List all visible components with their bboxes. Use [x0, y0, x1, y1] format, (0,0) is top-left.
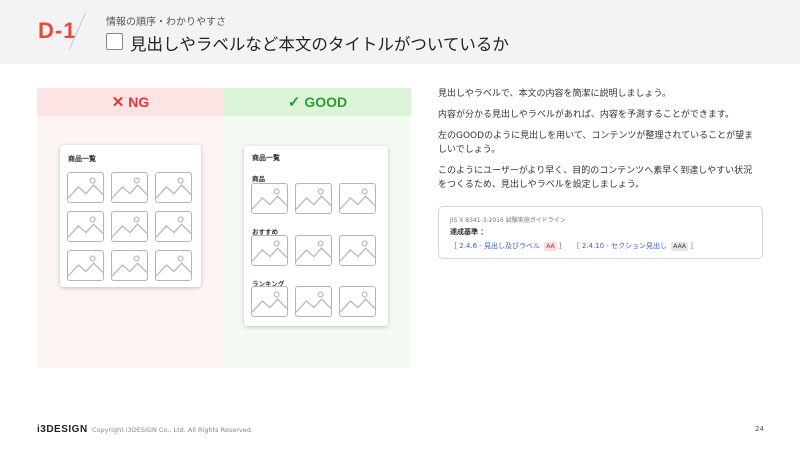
bracket: ［ — [450, 242, 457, 250]
image-placeholder-icon — [251, 183, 288, 214]
image-placeholder-icon — [295, 235, 332, 266]
image-placeholder-icon — [251, 286, 288, 317]
page-number: 24 — [755, 425, 764, 433]
description-line: このようにユーザーがより早く、目的のコンテンツへ素早く到達しやすい状況 — [438, 166, 753, 176]
cross-icon: ✕ — [111, 94, 125, 111]
level-badge: AA — [544, 242, 557, 251]
ng-product-card: 商品一覧 — [60, 145, 201, 287]
check-icon: ✓ — [287, 94, 301, 111]
description-line: をつくるため、見出しやラベルを設定しましょう。 — [438, 180, 645, 190]
good-section-heading: 商品 — [252, 175, 265, 183]
image-placeholder-icon — [295, 286, 332, 317]
success-criteria-label: 達成基準 ： — [450, 228, 488, 236]
reference-source: JIS X 8341-3:2016 試験実施ガイドライン — [450, 217, 566, 224]
level-badge: AAA — [671, 242, 688, 251]
criteria-links: ［ 2.4.6 - 見出し及びラベル AA ］ ［ 2.4.10 - セクション… — [450, 241, 697, 251]
image-placeholder-icon — [111, 172, 148, 203]
image-placeholder-icon — [155, 211, 192, 242]
image-placeholder-icon — [295, 183, 332, 214]
copyright: Copyright i3DESIGN Co., Ltd. All Rights … — [92, 426, 253, 434]
good-label: GOOD — [304, 94, 348, 110]
image-placeholder-icon — [155, 250, 192, 281]
ng-good-comparison: ✕ NG 商品一覧 ✓ GOOD 商品一覧 商品 おすすめ ランキング — [37, 88, 411, 368]
description-line: 左のGOODのように見出しを用いて、コンテンツが整理されていることが望ま — [438, 131, 754, 141]
image-placeholder-icon — [111, 250, 148, 281]
slide-header: D-1 情報の順序・わかりやすさ 見出しやラベルなど本文のタイトルがついているか — [0, 0, 800, 64]
checklist-checkbox[interactable] — [106, 33, 123, 50]
bracket: ］ — [690, 242, 698, 250]
bracket: ］ — [558, 242, 566, 250]
reference-box: JIS X 8341-3:2016 試験実施ガイドライン 達成基準 ： ［ 2.… — [438, 206, 763, 259]
image-placeholder-icon — [67, 250, 104, 281]
image-placeholder-icon — [339, 235, 376, 266]
image-placeholder-icon — [251, 235, 288, 266]
image-placeholder-icon — [67, 211, 104, 242]
good-column: ✓ GOOD 商品一覧 商品 おすすめ ランキング — [224, 88, 411, 368]
ng-header: ✕ NG — [37, 88, 224, 116]
ng-column: ✕ NG 商品一覧 — [37, 88, 224, 368]
image-placeholder-icon — [339, 286, 376, 317]
criterion-link-2-4-6[interactable]: 2.4.6 - 見出し及びラベル — [459, 242, 540, 250]
slide-id: D-1 — [38, 18, 77, 43]
good-header: ✓ GOOD — [224, 88, 411, 116]
page-title: 見出しやラベルなど本文のタイトルがついているか — [130, 35, 509, 54]
image-placeholder-icon — [111, 211, 148, 242]
description-line: しいでしょう。 — [438, 145, 501, 155]
bracket: ［ — [572, 242, 580, 250]
ng-label: NG — [128, 94, 150, 110]
description-line: 見出しやラベルで、本文の内容を簡潔に説明しましょう。 — [438, 89, 672, 99]
image-placeholder-icon — [155, 172, 192, 203]
ng-card-title: 商品一覧 — [68, 155, 96, 163]
criterion-link-2-4-10[interactable]: 2.4.10 - セクション見出し — [582, 242, 667, 250]
description-line: 内容が分かる見出しやラベルがあれば、内容を予測することができます。 — [438, 110, 735, 120]
category-label: 情報の順序・わかりやすさ — [106, 17, 226, 28]
good-card-title: 商品一覧 — [252, 154, 280, 162]
company-logo: i3DESIGN — [37, 424, 88, 435]
image-placeholder-icon — [339, 183, 376, 214]
image-placeholder-icon — [67, 172, 104, 203]
good-product-card: 商品一覧 商品 おすすめ ランキング — [244, 146, 388, 326]
